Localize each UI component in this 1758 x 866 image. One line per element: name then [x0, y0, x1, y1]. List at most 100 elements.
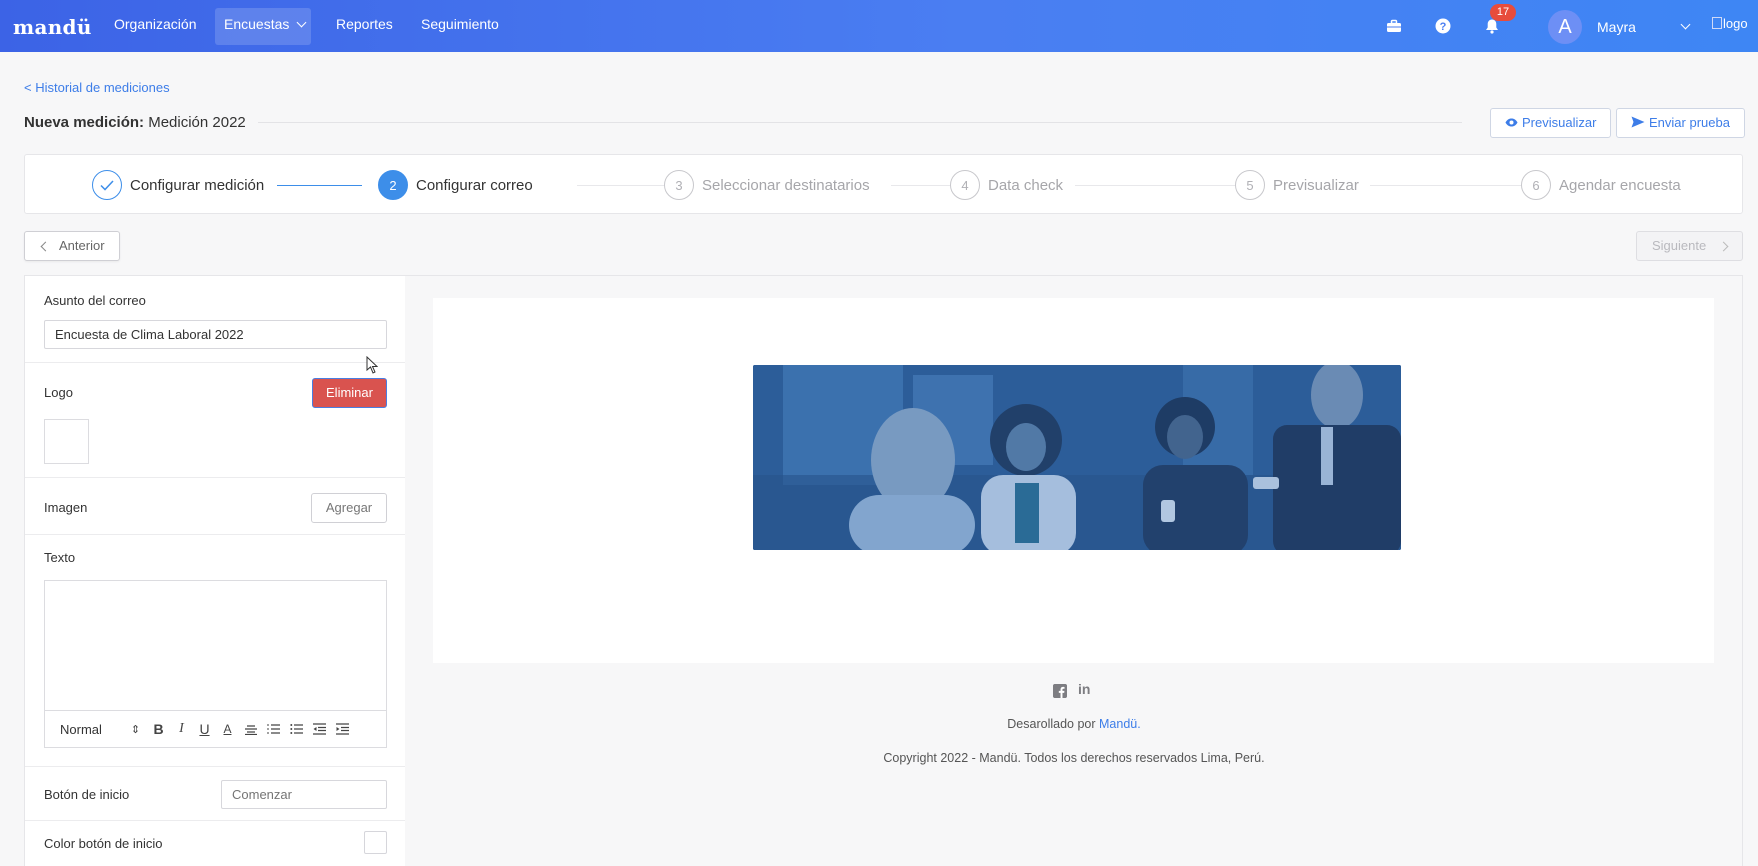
step-number: 4: [950, 170, 980, 200]
start-button-section: Botón de inicio: [25, 767, 405, 821]
image-section: Imagen Agregar: [25, 478, 405, 535]
logo-section: Logo Eliminar: [25, 363, 405, 478]
back-link-label: Historial de mediciones: [35, 80, 170, 95]
top-navbar: mandü Organización Encuestas Reportes Se…: [0, 0, 1758, 52]
step-connector: [891, 185, 953, 186]
step-label: Agendar encuesta: [1559, 176, 1681, 194]
svg-text:?: ?: [1440, 21, 1447, 33]
next-button-label: Siguiente: [1652, 238, 1707, 253]
copyright-text: Copyright 2022 - Mandü. Todos los derech…: [883, 751, 1265, 765]
page-title-prefix: Nueva medición:: [24, 114, 145, 131]
eye-icon: [1505, 118, 1518, 127]
help-icon[interactable]: ?: [1435, 18, 1451, 34]
nav-item-reportes[interactable]: Reportes: [336, 16, 393, 32]
mandu-link[interactable]: Mandü.: [1099, 717, 1141, 731]
start-color-label: Color botón de inicio: [44, 836, 163, 851]
facebook-icon[interactable]: [1053, 684, 1067, 698]
company-logo: logo: [1712, 16, 1748, 31]
step-configurar-correo[interactable]: 2 Configurar correo: [378, 170, 533, 200]
step-configurar-medicion[interactable]: Configurar medición: [92, 170, 264, 200]
preview-button[interactable]: Previsualizar: [1490, 108, 1612, 138]
developed-by-text: Desarollado por Mandü.: [405, 717, 1743, 731]
page-title-value: Medición 2022: [148, 114, 246, 131]
step-label: Configurar medición: [130, 176, 265, 194]
step-number: 2: [378, 170, 408, 200]
step-agendar-encuesta[interactable]: 6 Agendar encuesta: [1521, 170, 1681, 200]
italic-icon[interactable]: I: [170, 719, 193, 739]
developed-by-label: Desarollado por: [1007, 717, 1096, 731]
align-icon[interactable]: [239, 719, 262, 739]
company-logo-alt-text: logo: [1723, 16, 1748, 31]
format-select[interactable]: Normal: [60, 722, 124, 737]
outdent-icon[interactable]: [308, 719, 331, 739]
step-seleccionar-destinatarios[interactable]: 3 Seleccionar destinatarios: [664, 170, 870, 200]
step-number: 5: [1235, 170, 1265, 200]
brand-logo[interactable]: mandü: [13, 15, 92, 39]
color-picker[interactable]: [364, 831, 387, 854]
step-connector: [577, 185, 667, 186]
start-button-input[interactable]: [221, 780, 387, 809]
notification-badge: 17: [1490, 4, 1516, 21]
bullet-list-icon[interactable]: [285, 719, 308, 739]
subject-label: Asunto del correo: [44, 293, 146, 308]
font-color-icon[interactable]: A: [216, 719, 239, 739]
nav-item-encuestas[interactable]: Encuestas: [224, 16, 307, 32]
nav-item-organizacion[interactable]: Organización: [114, 16, 197, 32]
avatar[interactable]: A: [1548, 10, 1582, 44]
step-label: Previsualizar: [1273, 176, 1359, 194]
format-select-arrows-icon[interactable]: ⇕: [124, 719, 147, 739]
chevron-down-icon: [296, 17, 307, 28]
bold-icon[interactable]: B: [147, 719, 170, 739]
step-previsualizar[interactable]: 5 Previsualizar: [1235, 170, 1359, 200]
divider: [258, 122, 1462, 123]
logo-preview[interactable]: [44, 419, 89, 464]
nav-item-encuestas-label: Encuestas: [224, 16, 290, 32]
add-image-button[interactable]: Agregar: [311, 493, 387, 523]
step-label: Seleccionar destinatarios: [702, 176, 870, 194]
email-settings-panel: Asunto del correo Logo Eliminar Imagen A…: [24, 275, 406, 866]
next-button[interactable]: Siguiente: [1636, 231, 1743, 261]
chevron-right-icon: [1718, 241, 1729, 252]
chevron-left-icon: [40, 241, 51, 252]
check-icon: [92, 170, 122, 200]
start-color-section: Color botón de inicio: [25, 821, 405, 866]
subject-input[interactable]: [44, 320, 387, 349]
underline-icon[interactable]: U: [193, 719, 216, 739]
page-title: Nueva medición: Medición 2022: [24, 114, 246, 131]
mouse-cursor-icon: [366, 356, 378, 374]
nav-item-seguimiento[interactable]: Seguimiento: [421, 16, 499, 32]
subject-section: Asunto del correo: [25, 276, 405, 363]
chevron-down-icon[interactable]: [1680, 19, 1691, 30]
indent-icon[interactable]: [331, 719, 354, 739]
start-button-label: Botón de inicio: [44, 787, 130, 802]
send-test-button[interactable]: Enviar prueba: [1616, 108, 1745, 138]
step-data-check[interactable]: 4 Data check: [950, 170, 1063, 200]
step-connector: [1075, 185, 1237, 186]
text-section: Texto Normal ⇕ B I U A: [25, 535, 405, 767]
ordered-list-icon[interactable]: [262, 719, 285, 739]
email-header-image: [753, 365, 1401, 550]
rich-text-editor[interactable]: Normal ⇕ B I U A: [44, 580, 387, 748]
editor-toolbar: Normal ⇕ B I U A: [45, 710, 386, 747]
linkedin-icon[interactable]: in: [1078, 681, 1090, 697]
logo-label: Logo: [44, 385, 73, 400]
step-connector: [1370, 185, 1522, 186]
email-preview: in Desarollado por Mandü. Copyright 2022…: [405, 275, 1743, 866]
email-preview-card: [433, 298, 1714, 663]
preview-button-label: Previsualizar: [1522, 115, 1597, 130]
people-photo-illustration: [753, 365, 1401, 550]
breadcrumb[interactable]: < Historial de mediciones: [24, 80, 170, 95]
send-icon: [1631, 116, 1645, 128]
step-label: Configurar correo: [416, 176, 533, 194]
previous-button-label: Anterior: [59, 238, 105, 253]
broken-image-icon: [1712, 17, 1722, 29]
step-number: 6: [1521, 170, 1551, 200]
previous-button[interactable]: Anterior: [24, 231, 120, 261]
chevron-left-icon: <: [24, 80, 32, 95]
briefcase-icon[interactable]: [1386, 18, 1402, 34]
delete-logo-button[interactable]: Eliminar: [312, 378, 387, 408]
image-label: Imagen: [44, 500, 88, 515]
step-number: 3: [664, 170, 694, 200]
user-name[interactable]: Mayra: [1597, 19, 1636, 35]
step-label: Data check: [988, 176, 1064, 194]
